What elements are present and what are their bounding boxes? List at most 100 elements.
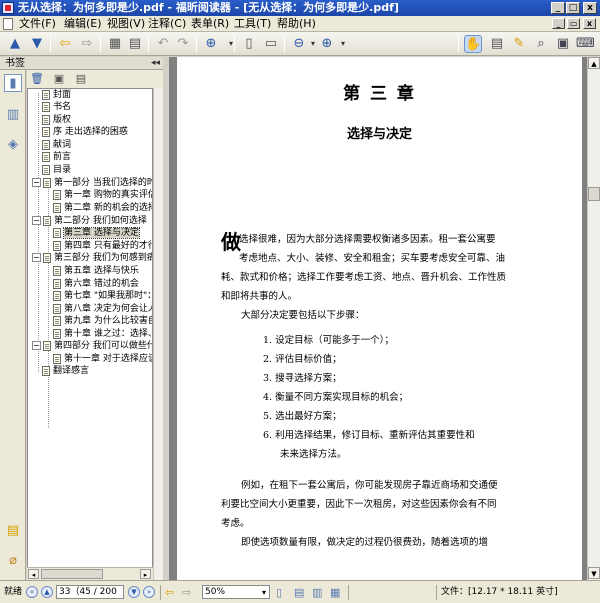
back-arrow-icon[interactable]: ⇦ bbox=[165, 585, 174, 600]
chevron-down-icon[interactable]: ▾ bbox=[222, 35, 240, 53]
scroll-up-icon[interactable]: ▲ bbox=[588, 57, 600, 69]
menu-tools[interactable]: 工具(T) bbox=[234, 17, 271, 31]
facing-icon[interactable]: ▥ bbox=[312, 585, 322, 600]
scroll-right-icon[interactable]: ▸ bbox=[140, 569, 151, 579]
undo-icon[interactable]: ↶ bbox=[154, 35, 172, 53]
delete-bookmark-icon[interactable]: 🗑 bbox=[30, 72, 44, 86]
new-bookmark-icon[interactable]: ▣ bbox=[52, 72, 66, 86]
menu-view[interactable]: 视图(V) bbox=[107, 17, 145, 31]
bookmark-chapter-3[interactable]: 第三章 选择与决定 bbox=[53, 227, 140, 239]
menu-edit[interactable]: 编辑(E) bbox=[64, 17, 102, 31]
zoom-in-dropdown-icon[interactable]: ▾ bbox=[334, 35, 352, 53]
page-layout-icon[interactable]: ▦ bbox=[106, 35, 124, 53]
collapse-panel-icon[interactable]: ◂◂ bbox=[151, 57, 160, 70]
scroll-left-icon[interactable]: ◂ bbox=[28, 569, 39, 579]
up-arrow-icon[interactable]: ▲ bbox=[6, 35, 24, 53]
document-viewer[interactable]: 第 三 章 选择与决定 做 选择很难，因为大部分选择需要权衡诸多因素。租一套公寓… bbox=[169, 57, 587, 580]
snapshot-icon[interactable]: ▣ bbox=[554, 35, 572, 53]
doc-close-button[interactable]: x bbox=[583, 18, 596, 29]
collapse-icon[interactable]: − bbox=[32, 178, 41, 187]
menu-file[interactable]: 文件(F) bbox=[19, 17, 56, 31]
first-page-icon[interactable]: « bbox=[26, 586, 38, 598]
bookmark-chapter-10[interactable]: 第十章 谁之过：选择、 bbox=[53, 328, 152, 340]
hand-tool-icon[interactable]: ✋ bbox=[464, 35, 482, 53]
bookmark-title[interactable]: 书名 bbox=[42, 101, 71, 113]
bookmark-contents[interactable]: 目录 bbox=[42, 164, 71, 176]
bookmark-chapter-6[interactable]: 第六章 错过的机会 bbox=[53, 278, 139, 290]
previous-page-icon[interactable]: ▲ bbox=[41, 586, 53, 598]
bookmark-icon bbox=[42, 89, 50, 100]
bookmark-part-4[interactable]: −第四部分 我们可以做些什么 bbox=[32, 340, 152, 352]
bookmark-icon bbox=[42, 114, 50, 125]
save-icon[interactable]: ▤ bbox=[126, 35, 144, 53]
forward-arrow-icon[interactable]: ⇨ bbox=[78, 35, 96, 53]
bookmark-chapter-11[interactable]: 第十一章 对于选择应该 bbox=[53, 353, 152, 365]
close-button[interactable]: x bbox=[583, 2, 597, 14]
bookmark-chapter-9[interactable]: 第九章 为什么比较害自 bbox=[53, 315, 152, 327]
bookmark-icon bbox=[53, 265, 61, 276]
title-bar: 无从选择：为何多即是少.pdf - 福昕阅读器 - [无从选择：为何多即是少.p… bbox=[0, 0, 600, 16]
bookmark-horizontal-scrollbar[interactable]: ◂ ▸ bbox=[27, 567, 153, 580]
bookmark-icon bbox=[53, 303, 61, 314]
bookmark-part-3[interactable]: −第三部分 我们为何感到痛苦 bbox=[32, 252, 152, 264]
doc-minimize-button[interactable]: _ bbox=[552, 18, 565, 29]
bookmark-part-1[interactable]: −第一部分 当我们选择的时候 bbox=[32, 177, 152, 189]
bookmark-chapter-1[interactable]: 第一章 购物的真实评估 bbox=[53, 189, 152, 201]
bookmark-part-2[interactable]: − 第二部分 我们如何选择 bbox=[32, 215, 147, 227]
bookmark-foreword[interactable]: 前言 bbox=[42, 151, 71, 163]
zoom-level-field[interactable]: 50% bbox=[202, 585, 270, 599]
scroll-thumb[interactable] bbox=[588, 187, 600, 201]
collapse-icon[interactable]: − bbox=[32, 253, 41, 262]
typewriter-icon[interactable]: ⌨ bbox=[576, 35, 595, 53]
doc-restore-button[interactable]: ▭ bbox=[567, 18, 580, 29]
bookmark-chapter-7[interactable]: 第七章 "如果我那时"： bbox=[53, 290, 152, 302]
bookmark-chapter-2[interactable]: 第二章 新的机会的选择 bbox=[53, 202, 152, 214]
scroll-down-icon[interactable]: ▼ bbox=[588, 567, 600, 579]
pages-tab-icon[interactable]: ▥ bbox=[4, 106, 22, 124]
comments-tab-icon[interactable]: ▤ bbox=[4, 522, 22, 540]
last-page-icon[interactable]: » bbox=[143, 586, 155, 598]
maximize-button[interactable]: □ bbox=[566, 2, 580, 14]
search-icon[interactable]: ⌕ bbox=[532, 35, 550, 53]
document-vertical-scrollbar[interactable]: ▲ ▼ bbox=[587, 57, 600, 580]
chapter-number: 第 三 章 bbox=[343, 84, 416, 104]
menu-help[interactable]: 帮助(H) bbox=[277, 17, 316, 31]
highlight-icon[interactable]: ✎ bbox=[510, 35, 528, 53]
bookmark-preface[interactable]: 序 走出选择的困惑 bbox=[42, 126, 128, 138]
scroll-thumb[interactable] bbox=[41, 569, 103, 579]
bookmark-chapter-8[interactable]: 第八章 决定为何会让人 bbox=[53, 303, 152, 315]
redo-icon[interactable]: ↷ bbox=[174, 35, 192, 53]
single-page-icon[interactable]: ▯ bbox=[276, 585, 282, 600]
back-arrow-icon[interactable]: ⇦ bbox=[56, 35, 74, 53]
page-number-field[interactable]: 33（45 / 200 bbox=[56, 585, 124, 599]
minimize-button[interactable]: _ bbox=[551, 2, 565, 14]
next-page-icon[interactable]: ▼ bbox=[128, 586, 140, 598]
forward-arrow-icon[interactable]: ⇨ bbox=[182, 585, 191, 600]
collapse-icon[interactable]: − bbox=[32, 216, 41, 225]
bookmark-dedication[interactable]: 献词 bbox=[42, 139, 71, 151]
layers-tab-icon[interactable]: ◈ bbox=[4, 136, 22, 154]
zoom-dropdown-icon[interactable]: ▾ bbox=[262, 585, 266, 600]
down-arrow-icon[interactable]: ▼ bbox=[28, 35, 46, 53]
bookmark-chapter-4[interactable]: 第四章 只有最好的才行 bbox=[53, 240, 152, 252]
bookmark-translator-note[interactable]: 翻译感言 bbox=[42, 365, 89, 377]
fit-width-icon[interactable]: ▭ bbox=[262, 35, 280, 53]
menu-form[interactable]: 表单(R) bbox=[191, 17, 229, 31]
continuous-icon[interactable]: ▤ bbox=[294, 585, 304, 600]
fit-page-icon[interactable]: ▯ bbox=[240, 35, 258, 53]
bookmark-options-icon[interactable]: ▤ bbox=[74, 72, 88, 86]
bookmark-chapter-5[interactable]: 第五章 选择与快乐 bbox=[53, 265, 139, 277]
attachments-tab-icon[interactable]: ⌀ bbox=[4, 552, 22, 570]
bookmark-copyright[interactable]: 版权 bbox=[42, 114, 71, 126]
toolbar-separator bbox=[148, 36, 149, 52]
collapse-icon[interactable]: − bbox=[32, 341, 41, 350]
zoom-icon[interactable]: ⊕ bbox=[202, 35, 220, 53]
bookmark-tab-icon[interactable]: ▮ bbox=[4, 74, 22, 92]
bookmark-vertical-scrollbar[interactable] bbox=[153, 88, 163, 580]
select-text-icon[interactable]: ▤ bbox=[488, 35, 506, 53]
intro-line: 耗、款式和价格；选择工作要考虑工资、地点、晋升机会、工作性质 bbox=[221, 272, 507, 283]
menu-comment[interactable]: 注释(C) bbox=[148, 17, 186, 31]
example-line: 即使选项数量有限，做决定的过程仍很费劲，随着选项的增 bbox=[241, 537, 489, 548]
continuous-facing-icon[interactable]: ▦ bbox=[330, 585, 340, 600]
bookmark-cover[interactable]: 封面 bbox=[42, 89, 71, 101]
